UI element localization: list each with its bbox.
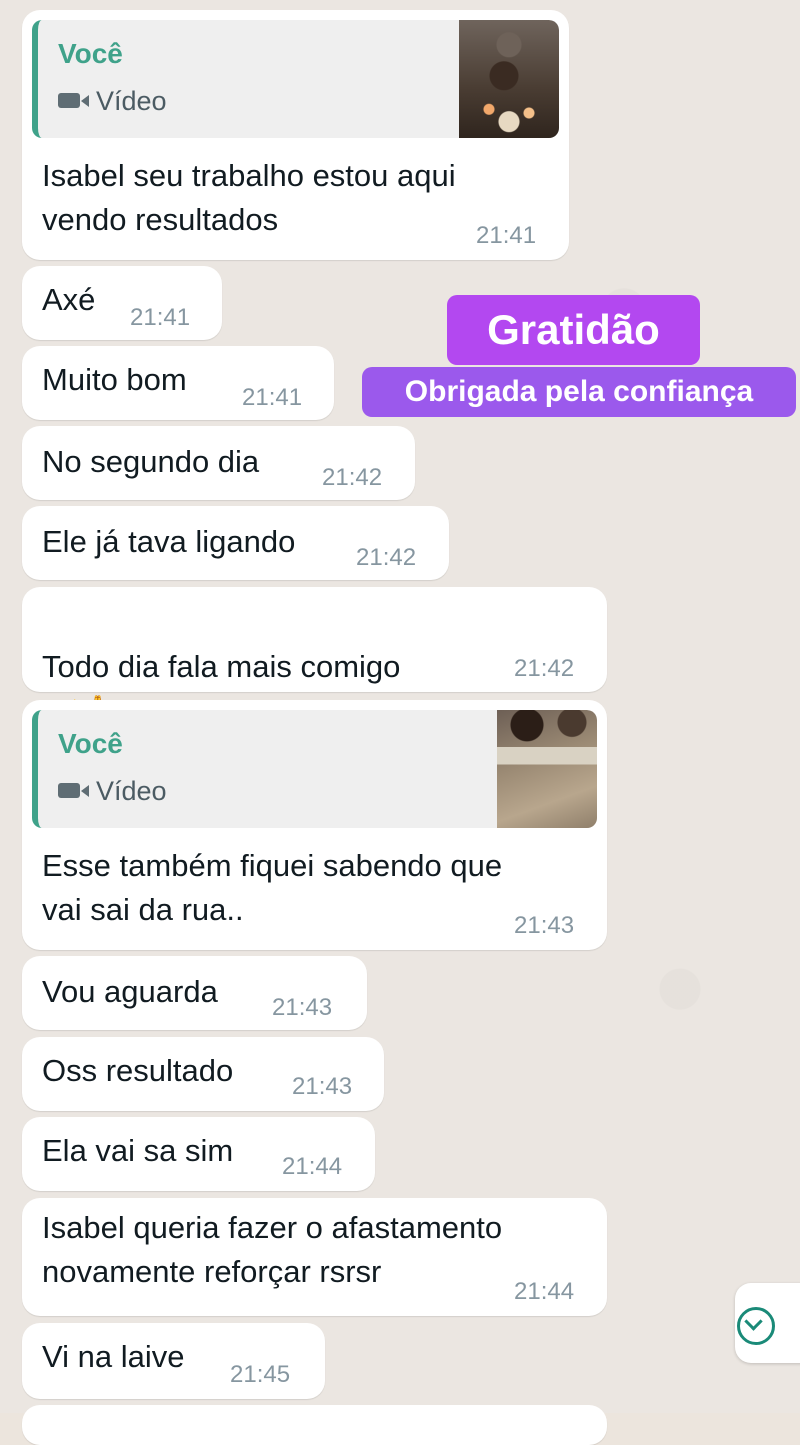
message-bubble[interactable]: Vi na laive 21:45	[22, 1323, 325, 1399]
quote-author: Você	[58, 728, 123, 759]
message-text: Oss resultado	[42, 1053, 234, 1088]
message-bubble[interactable]: Ele já tava ligando 21:42	[22, 506, 449, 580]
message-time: 21:44	[514, 1278, 575, 1305]
message-text: Vou aguarda	[42, 974, 218, 1009]
message-text: Esse também fiquei sabendo que vai sai d…	[42, 848, 503, 927]
message-bubble[interactable]: Oss resultado 21:43	[22, 1037, 384, 1111]
message-bubble[interactable]: Todo dia fala mais comigo 🤝🙏 21:42	[22, 587, 607, 728]
message-bubble[interactable]: Axé 21:41	[22, 266, 222, 340]
message-text: Ela vai sa sim	[42, 1133, 234, 1168]
message-time: 21:45	[230, 1361, 291, 1388]
message-bubble[interactable]	[22, 1405, 607, 1445]
scroll-to-bottom-button[interactable]	[735, 1283, 800, 1363]
video-camera-icon	[58, 93, 89, 109]
message-time: 21:43	[272, 994, 333, 1021]
overlay-subtitle: Obrigada pela confiança	[362, 367, 796, 417]
video-camera-icon	[58, 783, 89, 799]
quote-type: Vídeo	[58, 86, 167, 117]
overlay-title: Gratidão	[447, 295, 700, 365]
message-text: Isabel seu trabalho estou aqui vendo res…	[42, 158, 456, 237]
message-time: 21:41	[130, 304, 191, 331]
quoted-reply[interactable]: Você Vídeo	[32, 20, 559, 138]
message-time: 21:42	[514, 655, 575, 682]
message-bubble[interactable]: Você Vídeo Isabel seu trabalho estou aqu…	[22, 10, 569, 260]
message-bubble[interactable]: Você Vídeo Esse também fiquei sabendo qu…	[22, 700, 607, 950]
message-bubble[interactable]: Vou aguarda 21:43	[22, 956, 367, 1030]
message-bubble[interactable]: Isabel queria fazer o afastamento novame…	[22, 1198, 607, 1316]
quote-type-label: Vídeo	[96, 86, 167, 116]
quote-author: Você	[58, 38, 123, 69]
message-text-content: Todo dia fala mais comigo	[42, 649, 401, 684]
quote-type: Vídeo	[58, 776, 167, 807]
message-time: 21:44	[282, 1153, 343, 1180]
message-time: 21:43	[292, 1073, 353, 1100]
quoted-reply[interactable]: Você Vídeo	[32, 710, 597, 828]
message-text: Muito bom	[42, 362, 187, 397]
message-bubble[interactable]: Muito bom 21:41	[22, 346, 334, 420]
quote-type-label: Vídeo	[96, 776, 167, 806]
message-text: Isabel queria fazer o afastamento novame…	[42, 1210, 503, 1289]
message-text: Vi na laive	[42, 1339, 185, 1374]
video-thumbnail[interactable]	[497, 710, 597, 828]
message-time: 21:43	[514, 912, 575, 939]
message-time: 21:41	[476, 222, 537, 249]
message-time: 21:42	[356, 544, 417, 571]
message-text: No segundo dia	[42, 444, 260, 479]
message-bubble[interactable]: No segundo dia 21:42	[22, 426, 415, 500]
message-text: Axé	[42, 282, 96, 317]
video-thumbnail[interactable]	[459, 20, 559, 138]
message-time: 21:41	[242, 384, 303, 411]
message-time: 21:42	[322, 464, 383, 491]
message-bubble[interactable]: Ela vai sa sim 21:44	[22, 1117, 375, 1191]
message-text: Ele já tava ligando	[42, 524, 296, 559]
